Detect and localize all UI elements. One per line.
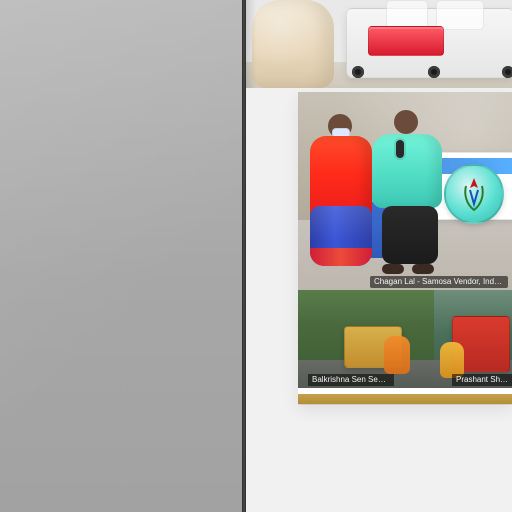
top-photo-red-container [368,26,444,56]
tile-left-person [384,336,410,374]
screen: Chagan Lal - Samosa Vendor, Indore Balkr… [0,0,512,512]
left-empty-panel [0,0,242,512]
main-photo-man [372,110,442,278]
emblem-icon [464,178,484,212]
top-photo [246,0,512,88]
tile-right-person [440,342,464,378]
right-content-panel: Chagan Lal - Samosa Vendor, Indore Balkr… [246,0,512,512]
collage-tile-right: Prashant Sharma [434,290,512,388]
man-shoe [412,264,434,274]
tile-left-caption: Balkrishna Sen Sen, Sharan [308,374,394,386]
top-photo-wheel [428,66,440,78]
main-photo-badge [444,164,504,224]
main-photo-woman [310,114,372,266]
tile-right-caption: Prashant Sharma [452,374,512,386]
photo-collage-card: Chagan Lal - Samosa Vendor, Indore Balkr… [298,92,512,404]
collage-bottom-strip [298,394,512,404]
collage-main-photo: Chagan Lal - Samosa Vendor, Indore [298,92,512,290]
microphone-icon [396,140,404,158]
top-photo-person-shadow [246,0,256,88]
man-pants [382,206,438,264]
top-photo-person [252,0,334,88]
man-shoe [382,264,404,274]
top-photo-wheel [502,66,512,78]
top-photo-wheel [352,66,364,78]
woman-saree-border [310,248,372,266]
top-photo-glass-right [436,0,484,30]
main-photo-caption: Chagan Lal - Samosa Vendor, Indore [370,276,508,288]
man-head [394,110,418,134]
man-shirt [372,134,442,208]
collage-lower-grid: Balkrishna Sen Sen, Sharan Prashant Shar… [298,290,512,394]
collage-tile-left: Balkrishna Sen Sen, Sharan [298,290,436,388]
